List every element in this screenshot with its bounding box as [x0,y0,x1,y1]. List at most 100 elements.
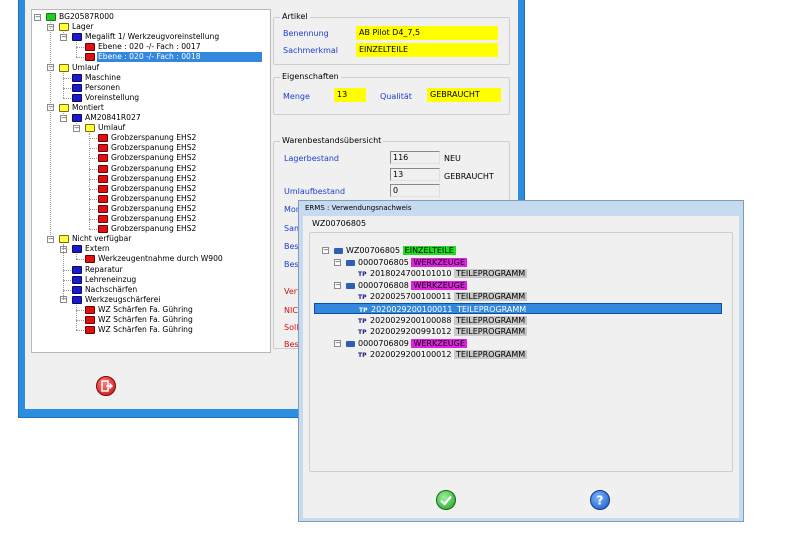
tree-connector [76,304,77,331]
check-icon [440,495,452,506]
folder-icon [72,73,82,82]
folder-icon [85,53,95,62]
tree-connector [76,330,84,332]
svg-text:?: ? [597,494,604,508]
tree-item[interactable]: Megalift 1/ Werkzeugvoreinstellung [85,32,219,42]
sachmerkmal-field[interactable]: EINZELTEILE [356,43,498,57]
tree-expander[interactable]: − [34,13,41,21]
folder-icon [98,184,108,193]
tree-expander[interactable]: − [334,281,341,289]
tree-item[interactable]: Grobzerspanung EHS2 [111,194,196,204]
verwendungsnachweis-dialog: ERMS : Verwendungsnachweis WZ00706805 − W… [298,200,744,522]
tree-item[interactable]: Ebene : 020 -/- Fach : 0018 [97,52,262,63]
tree-item[interactable]: Grobzerspanung EHS2 [111,224,196,234]
tree-connector [89,208,97,210]
tree-item[interactable]: Nachschärfen [85,285,137,295]
tree-connector [63,97,71,99]
usage-tree-row-content: TP 2020025700100011 TEILEPROGRAMM [358,291,528,303]
folder-icon [72,245,82,254]
ok-button[interactable] [436,490,456,510]
folder-icon [85,316,95,324]
tree-connector [63,244,64,300]
tree-connector [89,178,97,180]
tree-item[interactable]: Grobzerspanung EHS2 [111,214,196,224]
tree-item[interactable]: Personen [85,83,120,93]
tree-item[interactable]: Lager [72,22,94,32]
tree-connector [76,57,84,59]
tree-connector [89,158,97,160]
tree-item[interactable]: WZ Schärfen Fa. Gühring [98,315,193,325]
tree-item[interactable]: Umlauf [98,123,125,133]
tree-item[interactable]: Grobzerspanung EHS2 [111,204,196,214]
eigenschaften-group-title: Eigenschaften [280,72,341,81]
usage-tree-row[interactable]: TP 2020029200100011 TEILEPROGRAMM [314,303,722,314]
tree-connector [89,138,97,140]
benennung-field[interactable]: AB Pilot D4_7,5 [356,26,498,40]
neu-label: NEU [444,154,461,163]
tree-connector [50,22,51,240]
tree-connector [89,148,97,150]
tree-item[interactable]: Montiert [72,103,104,113]
help-button[interactable]: ? [590,490,610,510]
umlaufbestand-label: Umlaufbestand [284,187,346,196]
menge-field[interactable]: 13 [334,88,366,102]
tree-connector [76,309,84,311]
tree-item[interactable]: WZ Schärfen Fa. Gühring [98,325,193,335]
dialog-title: ERMS : Verwendungsnachweis [305,204,412,212]
tree-item[interactable]: BG20587R000 [59,12,114,22]
qualitaet-field[interactable]: GEBRAUCHT [427,88,501,102]
tree-expander[interactable]: − [334,258,341,266]
usage-type-badge: TEILEPROGRAMM [456,305,527,314]
lager-gebraucht-field[interactable]: 13 [390,168,440,181]
tree-item[interactable]: Grobzerspanung EHS2 [111,174,196,184]
folder-icon [85,255,95,264]
tree-connector [89,168,97,170]
folder-icon [72,93,82,102]
sachmerkmal-label: Sachmerkmal [283,46,339,55]
tree-item[interactable]: Grobzerspanung EHS2 [111,153,196,163]
tree-item[interactable]: AM20841R027 [85,113,141,123]
tree-item[interactable]: Grobzerspanung EHS2 [111,184,196,194]
tree-item[interactable]: Werkzeugschärferei [85,295,160,305]
exit-button[interactable] [96,376,116,396]
tree-item[interactable]: Reparatur [85,265,123,275]
tree-item[interactable]: Grobzerspanung EHS2 [111,164,196,174]
tool-icon [346,259,355,266]
tree-connector [76,259,84,261]
tree-connector [63,87,71,89]
tree-item[interactable]: Ebene : 020 -/- Fach : 0017 [98,42,201,52]
tree-expander[interactable]: − [334,339,341,347]
folder-icon [98,134,108,143]
usage-code: 2020029200100012 [370,350,454,360]
tree-item[interactable]: Lehreneinzug [85,275,136,285]
folder-icon [98,144,108,153]
tree-item[interactable]: Grobzerspanung EHS2 [111,133,196,143]
tree-item[interactable]: Voreinstellung [85,93,139,103]
tree-connector [76,47,84,49]
tree-connector [63,269,71,271]
tree-expander[interactable]: − [322,247,329,254]
lager-neu-field[interactable]: 116 [390,151,440,164]
usage-code: 0000706809 [358,338,412,348]
folder-icon [85,305,95,314]
umlauf-field[interactable]: 0 [390,184,440,197]
tree-connector [63,32,64,38]
folder-icon [98,154,108,163]
usage-tree[interactable]: − WZ00706805 EINZELTEILE −0000706805 WERKZ… [314,245,728,385]
tree-item[interactable]: Grobzerspanung EHS2 [111,143,196,153]
tree-item[interactable]: Umlauf [72,63,99,73]
inventory-tree[interactable]: − BG20587R000− Lager − Megalift 1/ Werkzeugv… [31,9,271,353]
usage-code: 2020025700100011 [370,292,454,302]
tree-item[interactable]: Extern [85,244,110,254]
tree-connector [63,289,71,291]
dialog-client: WZ00706805 − WZ00706805 EINZELTEILE −00007… [303,216,739,518]
tree-connector [76,320,84,321]
tree-item[interactable]: WZ Schärfen Fa. Gühring [98,305,193,315]
qualitaet-label: Qualität [380,92,412,101]
artikel-group-title: Artikel [280,12,310,21]
tree-item[interactable]: Werkzeugentnahme durch W900 [98,254,223,264]
tree-item[interactable]: Nicht verfügbar [72,234,131,244]
tree-item[interactable]: Maschine [85,73,121,83]
usage-tree-row-content: 0000706805 WERKZEUGE [346,257,467,268]
folder-icon [59,63,69,72]
